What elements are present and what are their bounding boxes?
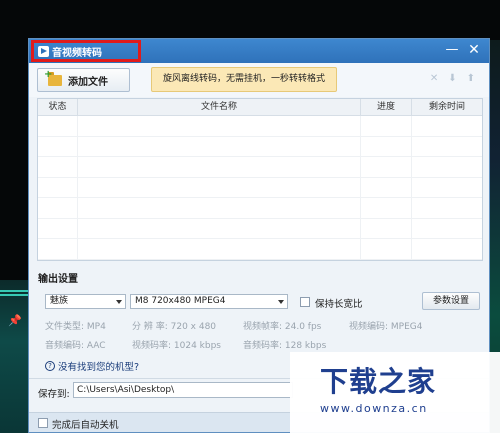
video-bitrate-info: 视频码率: 1024 kbps <box>132 341 221 351</box>
move-up-icon[interactable]: ⬆ <box>467 73 475 84</box>
desktop-side-panel: 📌 <box>0 280 30 433</box>
watermark-title: 下载之家 <box>320 365 437 398</box>
save-to-label: 保存到: <box>38 389 70 400</box>
table-cell <box>78 177 361 197</box>
resolution-info: 分 辨 率: 720 x 480 <box>132 322 217 332</box>
table-cell <box>361 116 412 136</box>
table-row[interactable] <box>38 198 482 219</box>
audio-codec-info: 音频编码: AAC <box>45 341 106 351</box>
promo-banner[interactable]: 旋风离线转码，无需挂机，一秒转转格式 <box>151 67 337 92</box>
table-cell <box>361 239 412 259</box>
column-header-progress[interactable]: 进度 <box>361 99 412 115</box>
table-cell <box>361 157 412 177</box>
table-cell <box>38 198 78 218</box>
model-select[interactable]: M8 720x480 MPEG4 <box>130 294 288 309</box>
minimize-button[interactable]: — <box>441 39 463 63</box>
table-body <box>38 116 482 260</box>
table-cell <box>412 157 482 177</box>
table-cell <box>361 177 412 197</box>
column-header-remaining[interactable]: 剩余时间 <box>412 99 482 115</box>
title-bar[interactable]: 音视频转码 — ✕ <box>29 39 489 63</box>
chevron-down-icon <box>116 300 122 304</box>
keep-aspect-checkbox[interactable] <box>300 297 310 307</box>
table-row[interactable] <box>38 218 482 239</box>
column-header-status[interactable]: 状态 <box>38 99 78 115</box>
toolbar: 添加文件 旋风离线转码，无需挂机，一秒转转格式 ✕ ⬇ ⬆ <box>29 63 489 97</box>
watermark: 下载之家 www.downza.cn <box>290 352 500 433</box>
help-link[interactable]: ? 没有找到您的机型? <box>45 359 139 373</box>
video-codec-info: 视频编码: MPEG4 <box>349 322 423 332</box>
table-cell <box>38 218 78 238</box>
title-highlight: 音视频转码 <box>31 40 141 62</box>
table-row[interactable] <box>38 136 482 157</box>
file-list-table[interactable]: 状态 文件名称 进度 剩余时间 <box>37 98 483 261</box>
delete-icon[interactable]: ✕ <box>430 73 438 84</box>
file-type-info: 文件类型: MP4 <box>45 322 106 332</box>
table-row[interactable] <box>38 239 482 260</box>
help-icon: ? <box>45 361 55 371</box>
table-cell <box>78 218 361 238</box>
brand-value: 魅族 <box>50 296 69 306</box>
list-tools: ✕ ⬇ ⬆ <box>430 73 475 84</box>
auto-shutdown-label[interactable]: 完成后自动关机 <box>52 417 119 431</box>
table-row[interactable] <box>38 116 482 137</box>
panel-strip <box>0 294 30 296</box>
table-cell <box>412 239 482 259</box>
app-icon <box>38 45 49 57</box>
auto-shutdown-checkbox[interactable] <box>38 418 48 428</box>
table-cell <box>78 136 361 156</box>
add-file-button[interactable]: 添加文件 <box>37 68 130 92</box>
move-down-icon[interactable]: ⬇ <box>448 73 456 84</box>
model-value: M8 720x480 MPEG4 <box>135 296 226 306</box>
table-cell <box>38 136 78 156</box>
table-cell <box>78 157 361 177</box>
watermark-url: www.downza.cn <box>320 402 428 415</box>
param-settings-button[interactable]: 参数设置 <box>422 292 480 310</box>
close-button[interactable]: ✕ <box>463 39 485 63</box>
table-cell <box>38 116 78 136</box>
output-settings-title: 输出设置 <box>38 274 78 285</box>
table-cell <box>361 218 412 238</box>
add-folder-icon <box>44 69 62 86</box>
table-cell <box>361 136 412 156</box>
help-link-text: 没有找到您的机型? <box>58 362 140 373</box>
table-cell <box>38 157 78 177</box>
add-file-label: 添加文件 <box>68 76 108 88</box>
table-cell <box>78 239 361 259</box>
chevron-down-icon <box>278 300 284 304</box>
table-cell <box>412 137 482 157</box>
table-row[interactable] <box>38 157 482 178</box>
video-fps-info: 视频帧率: 24.0 fps <box>243 322 322 332</box>
brand-select[interactable]: 魅族 <box>45 294 126 309</box>
window-title: 音视频转码 <box>52 47 102 59</box>
save-path-input[interactable]: C:\Users\Asi\Desktop\ <box>73 382 293 398</box>
table-row[interactable] <box>38 177 482 198</box>
pin-icon[interactable]: 📌 <box>8 314 22 327</box>
audio-bitrate-info: 音频码率: 128 kbps <box>243 341 327 351</box>
panel-strip <box>0 290 30 292</box>
table-cell <box>38 239 78 259</box>
table-header: 状态 文件名称 进度 剩余时间 <box>38 99 482 116</box>
table-cell <box>38 177 78 197</box>
table-cell <box>78 116 361 136</box>
table-cell <box>412 178 482 198</box>
table-cell <box>412 219 482 239</box>
table-cell <box>361 198 412 218</box>
table-cell <box>412 198 482 218</box>
keep-aspect-label[interactable]: 保持长宽比 <box>315 296 363 310</box>
column-header-filename[interactable]: 文件名称 <box>78 99 361 115</box>
table-cell <box>78 198 361 218</box>
table-cell <box>412 116 482 136</box>
